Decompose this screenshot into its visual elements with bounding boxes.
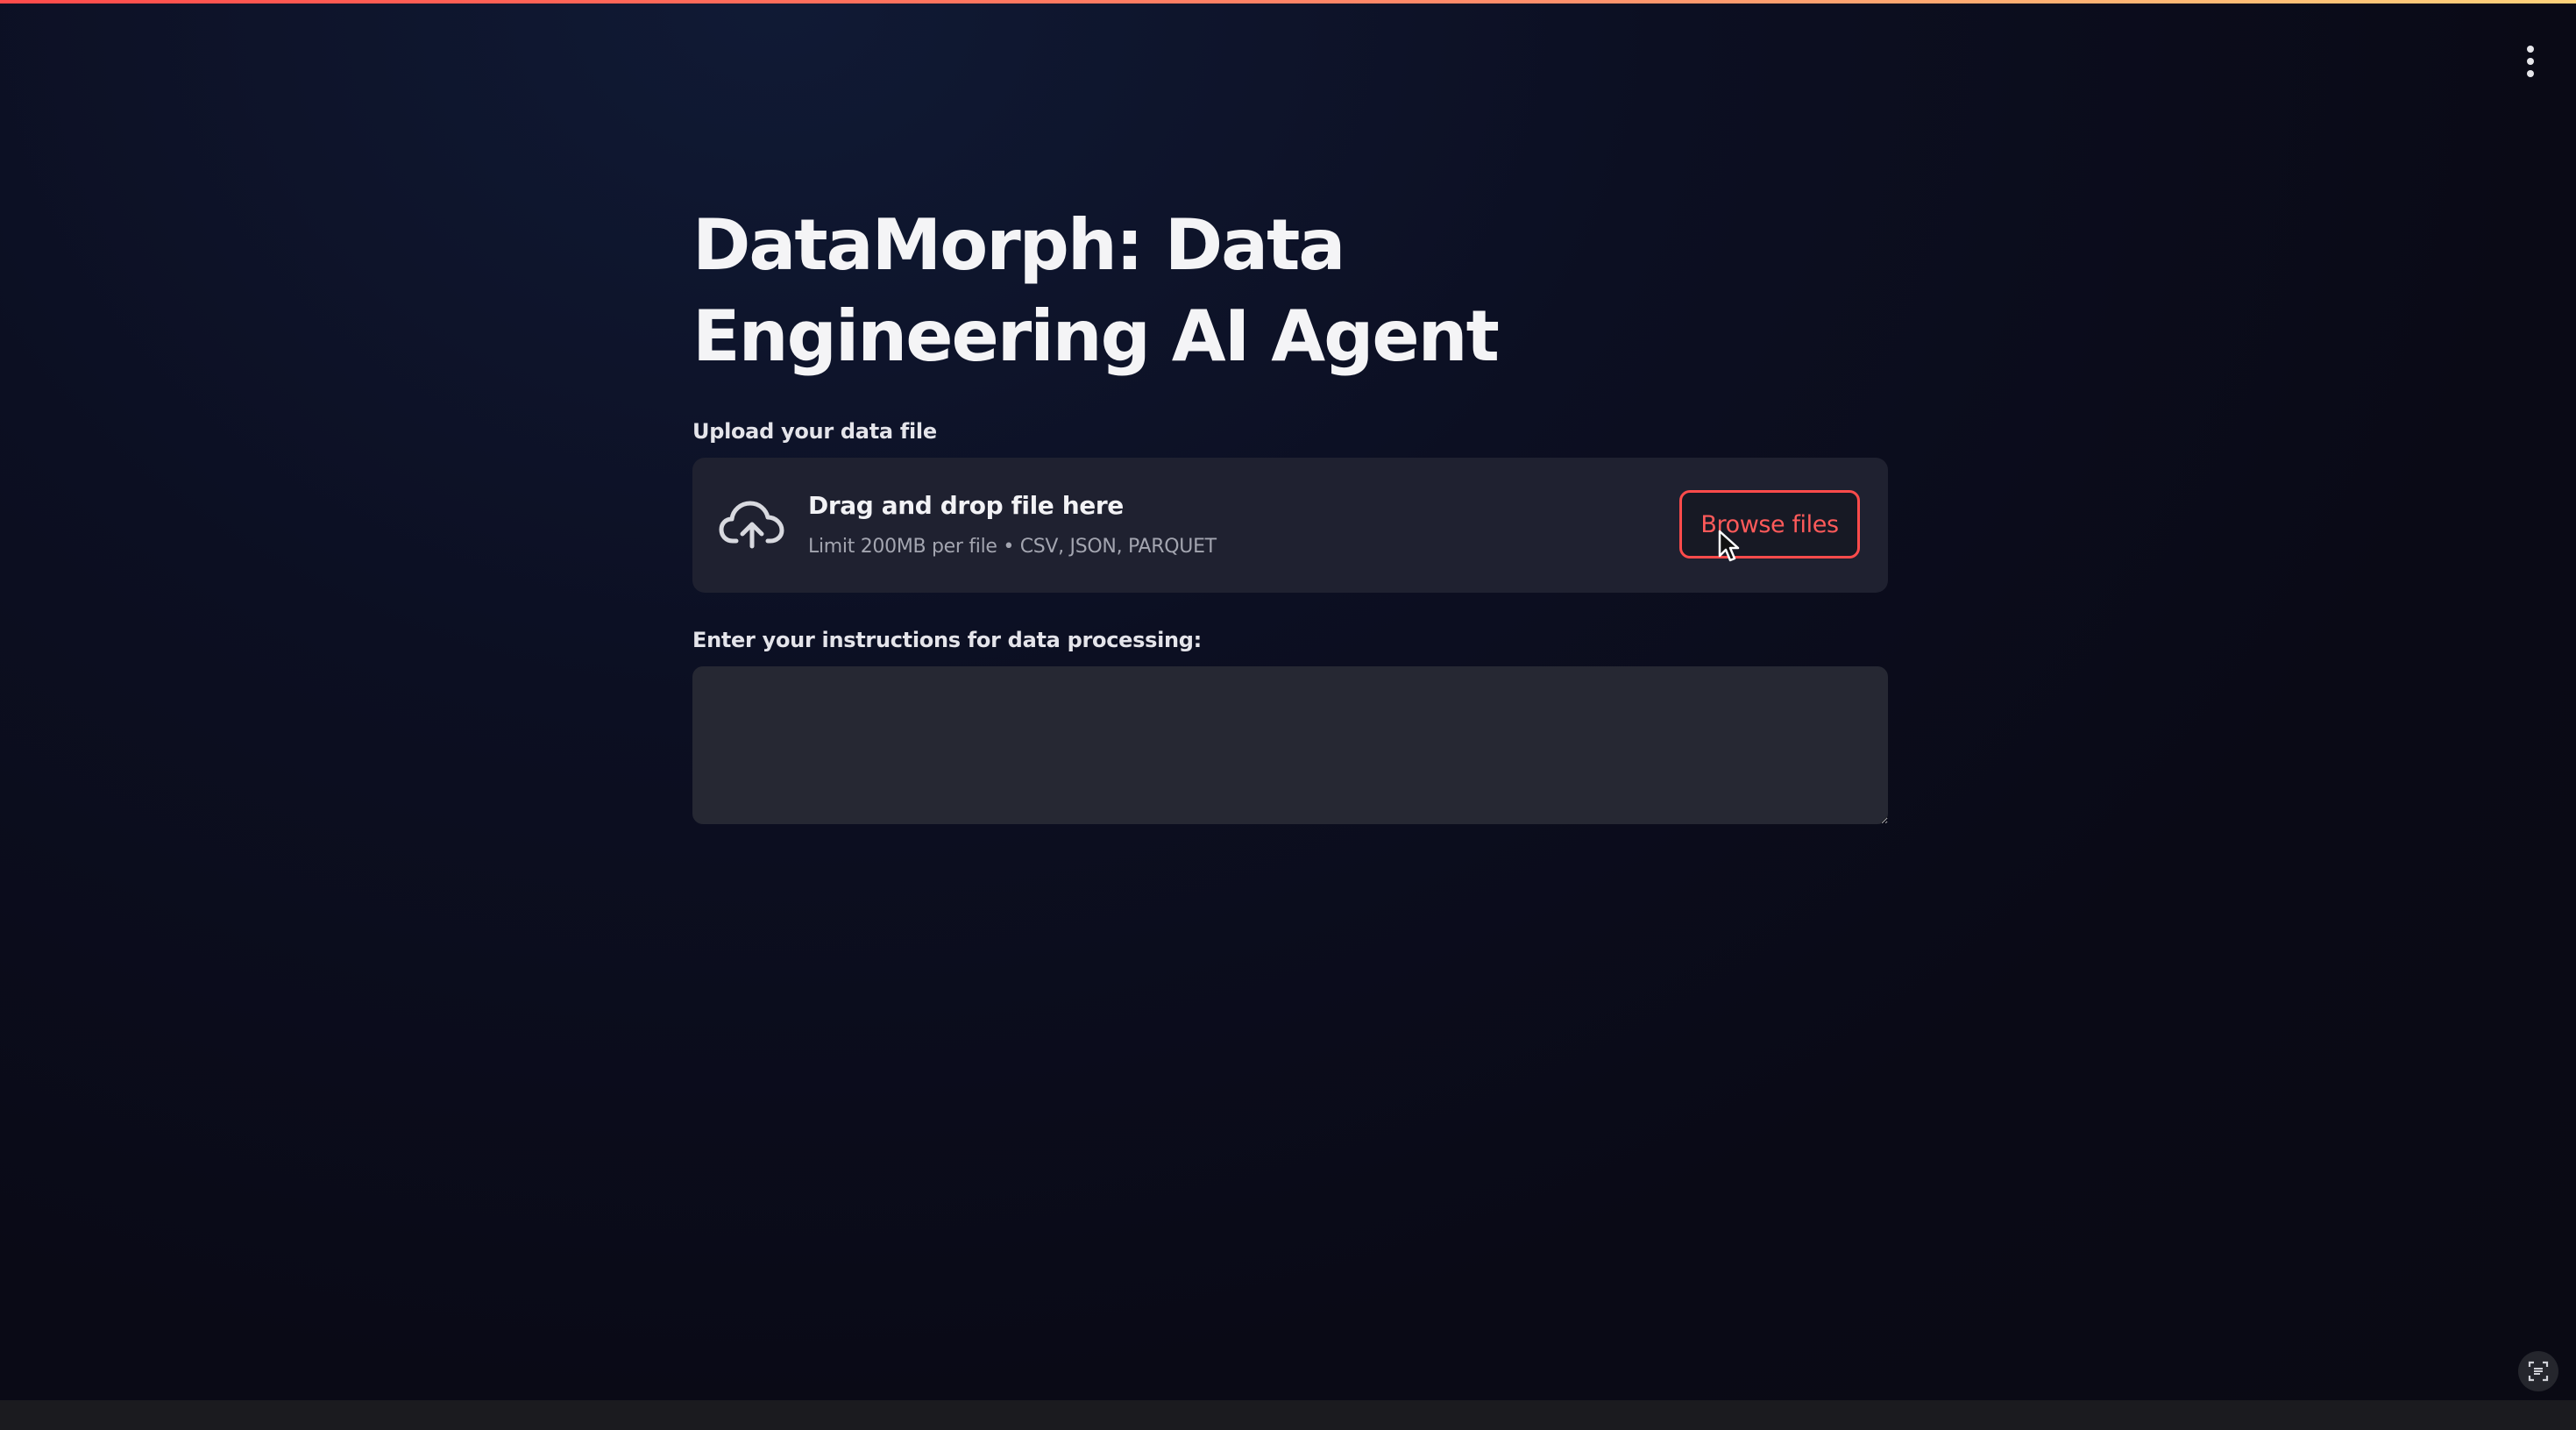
browse-files-button[interactable]: Browse files — [1679, 490, 1860, 558]
file-dropzone[interactable]: Drag and drop file here Limit 200MB per … — [692, 458, 1888, 593]
mouse-pointer-icon — [1718, 530, 1740, 562]
instructions-label: Enter your instructions for data process… — [692, 628, 1202, 652]
dropzone-text: Drag and drop file here Limit 200MB per … — [808, 491, 1217, 558]
screencast-button[interactable] — [2518, 1351, 2558, 1391]
main-menu-button[interactable] — [2518, 46, 2543, 77]
app-root: DataMorph: Data Engineering AI Agent Upl… — [0, 0, 2576, 1430]
top-accent-bar — [0, 0, 2576, 4]
vertical-ellipsis-icon — [2527, 46, 2534, 53]
upload-label: Upload your data file — [692, 419, 937, 444]
instructions-textarea[interactable] — [692, 666, 1888, 824]
dropzone-limit: Limit 200MB per file • CSV, JSON, PARQUE… — [808, 536, 1217, 558]
screencast-icon — [2528, 1361, 2549, 1382]
bottom-bar — [0, 1400, 2576, 1430]
cloud-upload-icon — [719, 501, 784, 549]
page-title: DataMorph: Data Engineering AI Agent — [692, 204, 1500, 377]
main-content: DataMorph: Data Engineering AI Agent Upl… — [692, 200, 1888, 824]
dropzone-instruction: Drag and drop file here — [808, 491, 1124, 520]
